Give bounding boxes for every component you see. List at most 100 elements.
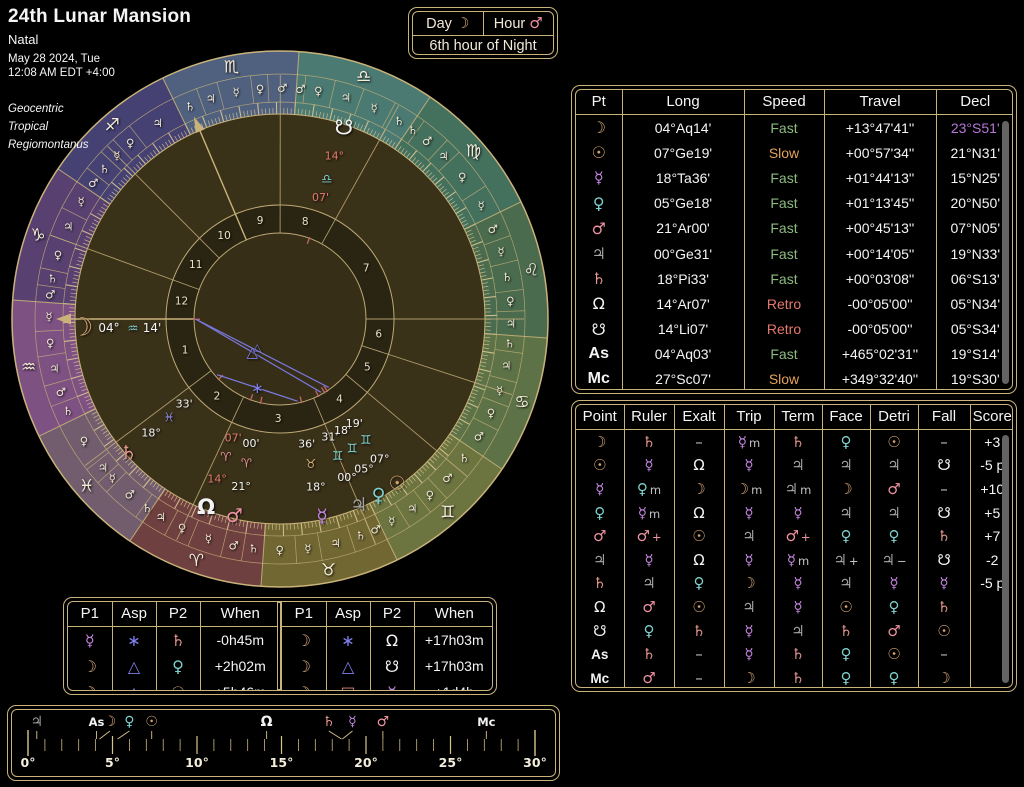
svg-text:☋: ☋ [335,115,354,139]
planet-glyph: ☋ [385,657,399,676]
cell-longitude: 18°Pi33' [622,266,744,291]
column-header: P2 [156,602,200,627]
cell-travel: +00°57'34'' [824,140,936,165]
positions-scrollbar[interactable] [1002,121,1009,384]
hour-ruler-cell[interactable]: Hour ♂ [483,12,554,35]
planet-glyph: Ω [693,456,704,474]
dignity-modifier: + [652,530,662,544]
dignities-scrollbar[interactable] [1002,435,1009,683]
planet-glyph: ☽ [297,683,311,692]
cell-dignity: Ω [674,501,724,525]
dignity-modifier: m [798,554,809,568]
day-ruler-cell[interactable]: Day ☽ [413,12,483,35]
svg-text:30°: 30° [523,755,547,770]
cell-dignity: ♄ [774,666,822,688]
cell-point: ☋ [576,317,622,342]
cell-speed: Slow [744,140,824,165]
cell-point: ♀ [576,191,622,216]
svg-text:♃: ♃ [407,501,417,515]
dignities-row: As♄–☿♄♀☉– [576,642,1013,666]
svg-text:♓: ♓ [164,410,175,425]
ruler-marker-glyph: ♃ [31,714,44,730]
dignity-modifier: m [749,436,760,450]
svg-text:♄: ♄ [502,270,512,284]
cell-dignity: ♀ [870,524,918,548]
svg-text:☿: ☿ [478,198,485,212]
dignities-header-row: PointRulerExaltTripTermFaceDetriFallScor… [576,405,1013,430]
planet-glyph: ♄ [692,622,705,640]
svg-text:11: 11 [189,259,202,271]
column-header: P1 [68,602,112,627]
cell-dignity: ♃ [724,595,774,619]
cell-point: ♄ [576,266,622,291]
svg-text:18°: 18° [306,481,326,494]
planet-glyph: ♃ [839,574,852,592]
svg-text:♒: ♒ [127,321,138,336]
day-label: Day [426,16,452,32]
column-header: Decl [936,90,1013,115]
planet-glyph: – [940,645,948,663]
cell-point: ☉ [576,454,624,478]
ruler-marker-glyph: As [89,715,105,729]
column-header: Fall [918,405,970,430]
planet-glyph: ☉ [692,527,705,545]
planet-glyph: ♄ [937,527,950,545]
svg-text:♈: ♈ [241,456,252,471]
cell-point: Mc [576,666,624,688]
cell-point: As [576,642,624,666]
hour-label: Hour [494,16,525,32]
cell-aspect: □ [326,679,370,691]
cell-dignity: ♂ [870,619,918,643]
positions-panel: PtLongSpeedTravelDecl☽04°Aq14'Fast+13°47… [571,85,1017,394]
ruler-marker-glyph: ♀ [124,714,134,730]
planet-glyph: ♄ [791,669,804,687]
cell-point: ♂ [576,216,622,241]
cell-dignity: – [918,477,970,501]
svg-text:♃: ♃ [206,92,216,106]
cell-dignity: ☿m [724,430,774,454]
sect-row: Day ☽ Hour ♂ [413,12,553,36]
cell-longitude: 18°Ta36' [622,165,744,190]
svg-text:5: 5 [364,362,371,374]
cell-when: +5h46m [200,679,280,691]
cell-dignity: ♃ [724,524,774,548]
cell-travel: +00°45'13'' [824,216,936,241]
planet-glyph: ☉ [887,433,900,451]
ruler-marker-glyph: ♄ [323,714,336,730]
planet-glyph: ☽ [937,669,950,687]
cell-dignity: ☽ [674,477,724,501]
dignity-modifier: + [801,530,811,544]
planet-glyph: ☿ [85,631,95,650]
column-header: Point [576,405,624,430]
svg-text:14°: 14° [207,473,227,486]
cell-travel: +13°47'41'' [824,115,936,141]
day-ruler-glyph: ☽ [456,14,469,32]
svg-text:♂: ♂ [488,222,498,236]
planet-glyph: ☽ [83,683,97,692]
cell-speed: Fast [744,266,824,291]
svg-text:☿: ☿ [497,245,504,259]
ruler-marker-glyph: Ω [261,714,273,730]
cell-p2: Ω [370,627,414,654]
cell-speed: Fast [744,342,824,367]
cell-dignity: ☋ [918,454,970,478]
svg-text:07': 07' [312,191,329,204]
cell-dignity: ♃ [774,454,822,478]
svg-text:04°: 04° [98,321,119,335]
planet-glyph: ♃ [839,504,852,522]
planet-glyph: Mc [590,671,609,686]
svg-text:☿: ☿ [205,532,212,546]
planet-glyph: ♄ [642,645,655,663]
column-header: Travel [824,90,936,115]
cell-dignity: Ω [674,548,724,572]
svg-text:♎: ♎ [356,67,371,87]
cell-dignity: ☋ [918,501,970,525]
cell-p1: ☽ [282,653,326,679]
svg-text:♉: ♉ [305,456,316,471]
cell-dignity: ♄ [918,595,970,619]
cell-speed: Fast [744,115,824,141]
svg-text:♀: ♀ [314,84,322,98]
planet-glyph: ☉ [171,683,185,692]
svg-text:Ω: Ω [197,495,215,519]
cell-dignity: ☽ [822,477,870,501]
